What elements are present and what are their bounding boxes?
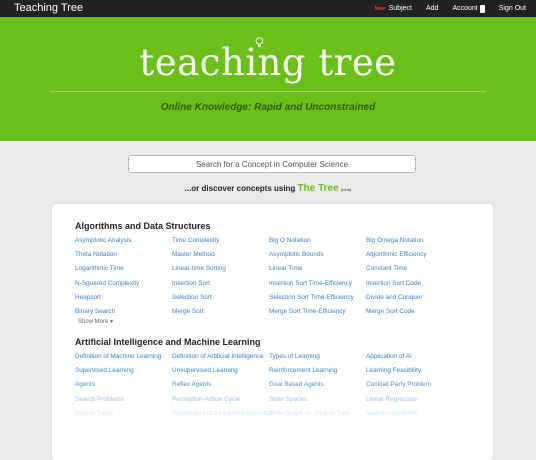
concept-link[interactable]: Supervised Learning bbox=[75, 365, 172, 379]
concept-link[interactable]: Merge Sort Code bbox=[366, 306, 463, 320]
concept-link[interactable]: Master Method bbox=[172, 249, 269, 263]
concept-link[interactable]: Goal Based Agents bbox=[269, 379, 366, 393]
show-more-link[interactable]: Show More ▾ bbox=[78, 318, 113, 325]
concept-link[interactable]: Time Complexity bbox=[172, 235, 269, 249]
nav-account-label: Account bbox=[452, 5, 478, 12]
concept-link[interactable]: Linear Time bbox=[269, 263, 366, 277]
concept-link[interactable]: Agents bbox=[75, 379, 172, 393]
nav-subject[interactable]: New Subject bbox=[375, 5, 412, 12]
concept-link[interactable]: Application of AI bbox=[366, 351, 463, 365]
concept-link[interactable]: Parameters of a Learning Algorithm bbox=[172, 408, 273, 422]
concept-link[interactable]: Asymptotic Analysis bbox=[75, 235, 172, 249]
discover-prefix: ...or discover concepts using bbox=[184, 184, 298, 193]
concept-link[interactable]: Big O Notation bbox=[269, 235, 366, 249]
concept-link[interactable]: Search Problems bbox=[75, 394, 172, 408]
nav-menu: New Subject Add Account Sign Out bbox=[375, 0, 526, 17]
concept-link[interactable]: Linear Regression bbox=[366, 394, 463, 408]
concept-link[interactable]: Merge Sort bbox=[172, 306, 269, 320]
concept-link[interactable]: Selection Sort Time-Efficiency bbox=[269, 292, 366, 306]
concept-link[interactable]: Selection Sort bbox=[172, 292, 269, 306]
concept-link[interactable]: Search Algorithms bbox=[366, 408, 463, 422]
concept-link[interactable]: Insertion Sort Time-Efficiency bbox=[269, 278, 366, 292]
concept-link[interactable]: State Spaces bbox=[269, 394, 366, 408]
concept-link[interactable]: Heapsort bbox=[75, 292, 172, 306]
concept-link[interactable]: Insertion Sort Code bbox=[366, 278, 463, 292]
concept-link[interactable]: N-Squared Complexity bbox=[75, 278, 172, 292]
concept-link[interactable]: Wide Graph vs. Search Tree bbox=[269, 408, 366, 422]
concept-link[interactable]: Theta Notation bbox=[75, 249, 172, 263]
the-tree-link[interactable]: The Tree bbox=[298, 183, 339, 194]
concept-link[interactable]: Reinforcement Learning bbox=[269, 365, 366, 379]
section-title-ai: Artificial Intelligence and Machine Lear… bbox=[75, 337, 261, 347]
hero-title: teaching tree bbox=[139, 41, 397, 84]
concept-link[interactable]: Unsupervised Learning bbox=[172, 365, 269, 379]
concept-link[interactable]: Linear-time Sorting bbox=[172, 263, 269, 277]
concept-link[interactable]: Definition of Artificial Intelligence bbox=[172, 351, 269, 365]
concept-link[interactable]: Asymptotic Bounds bbox=[269, 249, 366, 263]
hero-banner: teaching tree Online Knowledge: Rapid an… bbox=[0, 17, 536, 141]
concept-link[interactable]: Merge Sort Time-Efficiency bbox=[269, 306, 366, 320]
concept-link[interactable]: Constant Time bbox=[366, 263, 463, 277]
concept-link[interactable]: Definition of Machine Learning bbox=[75, 351, 172, 365]
hero-divider bbox=[50, 91, 486, 92]
nav-sign-out-label: Sign Out bbox=[498, 5, 526, 12]
concept-search-input[interactable] bbox=[128, 155, 416, 173]
concept-link[interactable]: Reflex Agents bbox=[172, 379, 269, 393]
section-title-algorithms: Algorithms and Data Structures bbox=[75, 221, 211, 231]
concept-link[interactable]: Algorithmic Efficiency bbox=[366, 249, 463, 263]
concept-link[interactable]: Divide and Conquer bbox=[366, 292, 463, 306]
account-dropdown-icon bbox=[479, 4, 485, 13]
nav-account[interactable]: Account bbox=[452, 4, 485, 13]
concept-link[interactable]: Cocktail Party Problem bbox=[366, 379, 463, 393]
nav-add[interactable]: Add bbox=[426, 5, 438, 12]
concept-link[interactable]: Search Trees bbox=[75, 408, 172, 422]
hero-tagline: Online Knowledge: Rapid and Unconstraine… bbox=[160, 102, 376, 113]
discover-line: ...or discover concepts using The Tree (… bbox=[0, 183, 536, 194]
concept-link[interactable]: Insertion Sort bbox=[172, 278, 269, 292]
concepts-panel: Algorithms and Data Structures Asymptoti… bbox=[52, 204, 493, 460]
top-navbar: Teaching Tree New Subject Add Account Si… bbox=[0, 0, 536, 17]
nav-add-label: Add bbox=[425, 5, 439, 12]
nav-subject-label: Subject bbox=[388, 5, 412, 12]
concept-link[interactable]: Types of Learning bbox=[269, 351, 366, 365]
nav-sign-out[interactable]: Sign Out bbox=[499, 5, 526, 12]
ai-concept-grid: Definition of Machine Learning Definition… bbox=[75, 351, 485, 422]
algorithms-concept-grid: Asymptotic Analysis Time Complexity Big O … bbox=[75, 235, 485, 320]
concept-link[interactable]: Logarithmic Time bbox=[75, 263, 172, 277]
concept-link[interactable]: Perception-Action Cycle bbox=[172, 394, 269, 408]
beta-label: (beta) bbox=[340, 187, 352, 192]
new-badge: New bbox=[374, 6, 385, 12]
concept-link[interactable]: Learning Feasibility bbox=[366, 365, 463, 379]
concept-link[interactable]: Big Omega Notation bbox=[366, 235, 463, 249]
brand-logo[interactable]: Teaching Tree bbox=[14, 2, 83, 14]
